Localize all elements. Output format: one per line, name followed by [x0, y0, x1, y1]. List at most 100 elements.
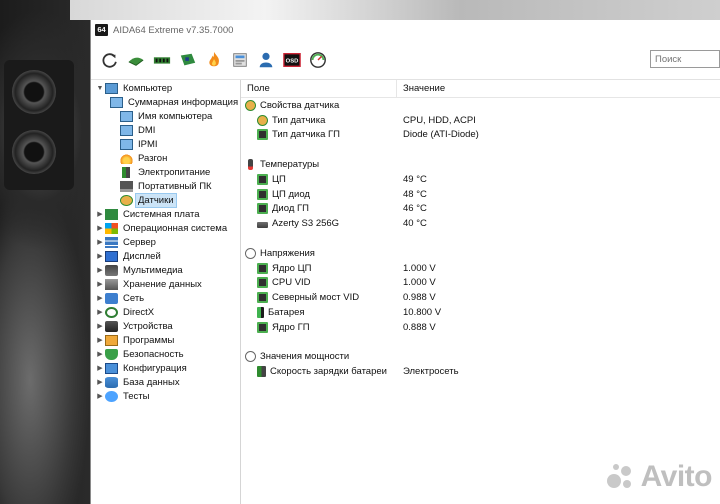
- gpu-icon: [257, 321, 268, 333]
- expand-arrow-icon[interactable]: ▶: [95, 238, 105, 246]
- collapse-arrow-icon[interactable]: ▼: [95, 85, 105, 92]
- tree-item-17[interactable]: ▶ Устройства: [91, 319, 240, 333]
- tree-item-6[interactable]: Электропитание: [91, 165, 240, 179]
- expand-arrow-icon[interactable]: ▶: [95, 224, 105, 232]
- sensor-group-row[interactable]: Значения мощности: [241, 350, 720, 365]
- sensor-row[interactable]: Скорость зарядки батареи Электросеть: [241, 364, 720, 379]
- value-cell: 40 °C: [403, 218, 427, 230]
- background-speaker: [4, 60, 74, 190]
- search-input[interactable]: [650, 50, 720, 68]
- sensor-row[interactable]: Azerty S3 256G 40 °C: [241, 216, 720, 231]
- field-label: Ядро ГП: [272, 321, 310, 333]
- value-cell: Электросеть: [403, 366, 459, 378]
- flame-icon[interactable]: [203, 49, 225, 71]
- tree-item-label: Разгон: [138, 152, 168, 164]
- expand-arrow-icon[interactable]: ▶: [95, 308, 105, 316]
- config-icon: [105, 362, 118, 374]
- monitor-icon: [120, 124, 133, 136]
- tree-item-8[interactable]: Датчики: [91, 192, 240, 208]
- battery-icon: [257, 307, 264, 319]
- refresh-icon[interactable]: [99, 49, 121, 71]
- tree-item-11[interactable]: ▶ Сервер: [91, 235, 240, 249]
- gauge-icon[interactable]: [307, 49, 329, 71]
- expand-arrow-icon[interactable]: ▶: [95, 280, 105, 288]
- field-cell: Батарея: [241, 307, 397, 319]
- sensor-row[interactable]: Диод ГП 46 °C: [241, 202, 720, 217]
- tree-item-2[interactable]: Имя компьютера: [91, 109, 240, 123]
- field-cell: Ядро ЦП: [241, 262, 397, 274]
- value-cell: 1.000 V: [403, 277, 436, 289]
- avito-logo-icon: [605, 462, 635, 492]
- expand-arrow-icon[interactable]: ▶: [95, 252, 105, 260]
- tree-item-19[interactable]: ▶ Безопасность: [91, 347, 240, 361]
- expand-arrow-icon[interactable]: ▶: [95, 266, 105, 274]
- sensor-group-row[interactable]: Температуры: [241, 157, 720, 172]
- plug-icon: [257, 366, 266, 378]
- expand-arrow-icon[interactable]: ▶: [95, 294, 105, 302]
- field-cell: Скорость зарядки батареи: [241, 366, 397, 378]
- expand-arrow-icon[interactable]: ▶: [95, 210, 105, 218]
- expand-arrow-icon[interactable]: ▶: [95, 350, 105, 358]
- tree-item-18[interactable]: ▶ Программы: [91, 333, 240, 347]
- devices-icon: [105, 320, 118, 332]
- sensor-rows: Свойства датчика Тип датчика CPU, HDD, ACP…: [241, 98, 720, 379]
- tree-item-label: Датчики: [135, 192, 177, 208]
- osd-icon[interactable]: OSD: [281, 49, 303, 71]
- sensor-row[interactable]: Ядро ГП 0.888 V: [241, 320, 720, 335]
- sensor-group-row[interactable]: Свойства датчика: [241, 98, 720, 113]
- expand-arrow-icon[interactable]: ▶: [95, 336, 105, 344]
- sensor-row[interactable]: Тип датчика ГП Diode (ATI-Diode): [241, 128, 720, 143]
- tree-item-16[interactable]: ▶ DirectX: [91, 305, 240, 319]
- tree-item-14[interactable]: ▶ Хранение данных: [91, 277, 240, 291]
- motherboard-icon[interactable]: [177, 49, 199, 71]
- tree-item-4[interactable]: IPMI: [91, 137, 240, 151]
- memory-icon[interactable]: [151, 49, 173, 71]
- field-label: Тип датчика ГП: [272, 129, 340, 141]
- sensor-row[interactable]: CPU VID 1.000 V: [241, 276, 720, 291]
- tree-item-15[interactable]: ▶ Сеть: [91, 291, 240, 305]
- tree-item-7[interactable]: Портативный ПК: [91, 179, 240, 193]
- column-header-field[interactable]: Поле: [241, 80, 397, 97]
- value-cell: 48 °C: [403, 188, 427, 200]
- tree-item-22[interactable]: ▶ Тесты: [91, 389, 240, 403]
- user-icon[interactable]: [255, 49, 277, 71]
- network-icon[interactable]: [229, 49, 251, 71]
- field-label: Скорость зарядки батареи: [270, 366, 387, 378]
- tree-item-10[interactable]: ▶ Операционная система: [91, 221, 240, 235]
- tree-item-13[interactable]: ▶ Мультимедиа: [91, 263, 240, 277]
- report-icon[interactable]: [125, 49, 147, 71]
- sensor-row[interactable]: Батарея 10.800 V: [241, 305, 720, 320]
- tree-item-20[interactable]: ▶ Конфигурация: [91, 361, 240, 375]
- expand-arrow-icon[interactable]: ▶: [95, 364, 105, 372]
- sensor-row[interactable]: Северный мост VID 0.988 V: [241, 290, 720, 305]
- sensor-row[interactable]: ЦП 49 °C: [241, 172, 720, 187]
- sensor-row[interactable]: ЦП диод 48 °C: [241, 187, 720, 202]
- field-label: Напряжения: [260, 247, 315, 259]
- expand-arrow-icon[interactable]: ▶: [95, 378, 105, 386]
- expand-arrow-icon[interactable]: ▶: [95, 322, 105, 330]
- field-label: Диод ГП: [272, 203, 309, 215]
- navigation-tree: ▼ Компьютер Суммарная информация Имя компью…: [91, 80, 241, 504]
- field-cell: Диод ГП: [241, 203, 397, 215]
- title-bar: 64 AIDA64 Extreme v7.35.7000: [91, 20, 720, 40]
- column-header-value[interactable]: Значение: [397, 83, 445, 94]
- tree-item-3[interactable]: DMI: [91, 123, 240, 137]
- tree-item-5[interactable]: Разгон: [91, 151, 240, 165]
- sensor-row[interactable]: Тип датчика CPU, HDD, ACPI: [241, 113, 720, 128]
- field-cell: Свойства датчика: [241, 99, 397, 111]
- tree-item-1[interactable]: Суммарная информация: [91, 95, 240, 109]
- column-headers: Поле Значение: [241, 80, 720, 98]
- expand-arrow-icon[interactable]: ▶: [95, 392, 105, 400]
- tree-item-9[interactable]: ▶ Системная плата: [91, 207, 240, 221]
- field-label: Батарея: [268, 307, 305, 319]
- sensor-group-row[interactable]: Напряжения: [241, 246, 720, 261]
- sensor-icon: [245, 99, 256, 111]
- field-label: Свойства датчика: [260, 99, 340, 111]
- avito-watermark: Avito: [605, 460, 713, 494]
- voltage-icon: [245, 351, 256, 363]
- tree-item-0[interactable]: ▼ Компьютер: [91, 81, 240, 95]
- sensor-row[interactable]: Ядро ЦП 1.000 V: [241, 261, 720, 276]
- tree-item-12[interactable]: ▶ Дисплей: [91, 249, 240, 263]
- background-band: [70, 0, 720, 20]
- tree-item-21[interactable]: ▶ База данных: [91, 375, 240, 389]
